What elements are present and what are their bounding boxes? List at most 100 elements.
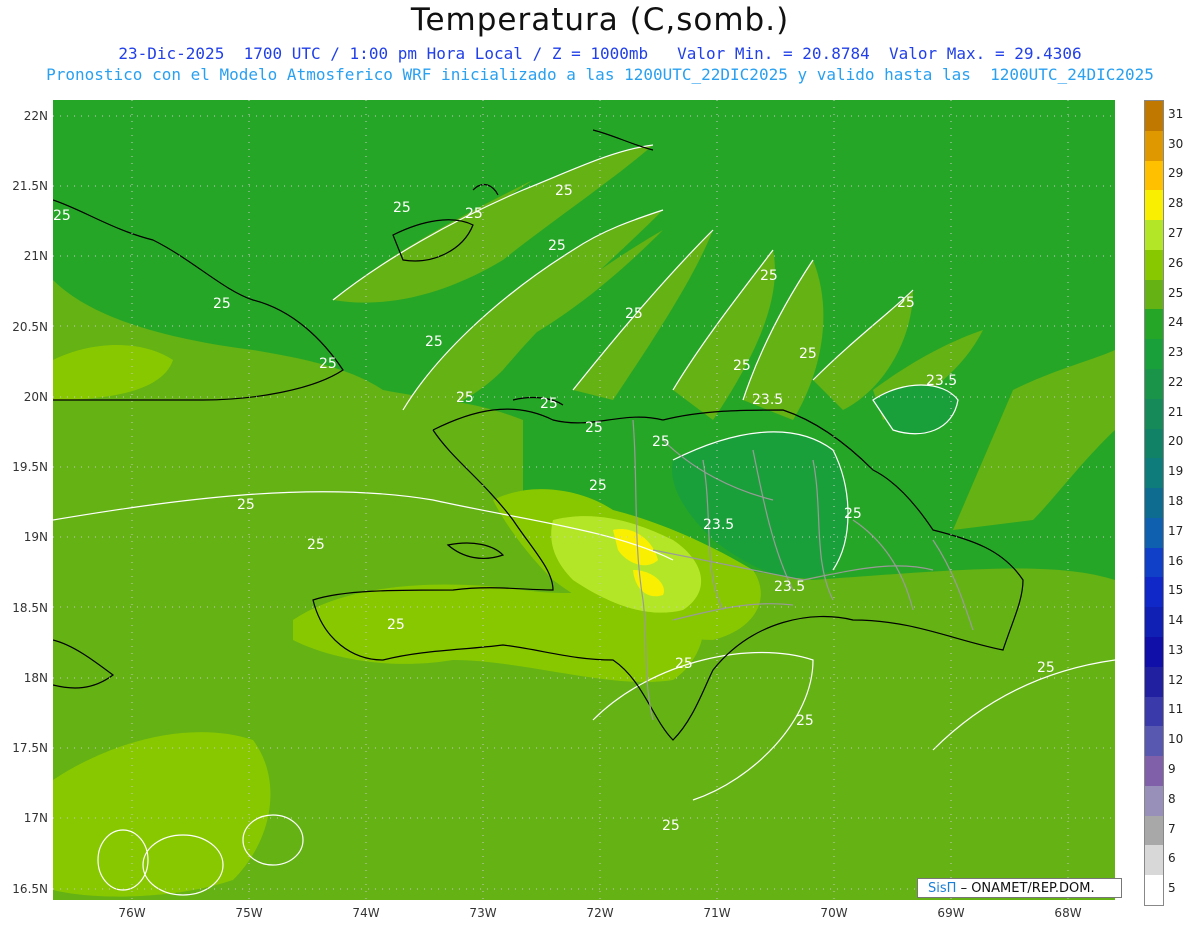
colorbar-segment (1145, 101, 1163, 131)
contour-label: 25 (897, 295, 915, 311)
contour-label: 25 (465, 206, 483, 222)
colorbar-label: 5 (1168, 881, 1176, 896)
colorbar-label: 25 (1168, 285, 1184, 300)
lon-label: 75W (235, 906, 263, 920)
colorbar-segment (1145, 815, 1163, 846)
temperature-map: 25 25 25 25 25 25 25 25 25 25 25 25 25 2… (53, 100, 1115, 900)
model-info-line: Pronostico con el Modelo Atmosferico WRF… (46, 65, 1154, 84)
contour-label: 23.5 (752, 392, 783, 408)
colorbar-segment (1145, 547, 1163, 578)
colorbar-label: 29 (1168, 166, 1184, 181)
colorbar-segment (1145, 458, 1163, 489)
lat-label: 17N (23, 811, 48, 825)
colorbar-segment (1145, 488, 1163, 519)
colorbar-segment (1145, 726, 1163, 757)
contour-label: 25 (319, 356, 337, 372)
colorbar-segment (1145, 249, 1163, 280)
lon-label: 71W (703, 906, 731, 920)
lon-label: 69W (937, 906, 965, 920)
contour-label: 25 (555, 183, 573, 199)
colorbar-label: 27 (1168, 226, 1184, 240)
colorbar-segment (1145, 875, 1163, 906)
colorbar-label: 12 (1168, 672, 1184, 687)
colorbar-label: 9 (1168, 762, 1176, 776)
colorbar-segment (1145, 666, 1163, 697)
colorbar-segment (1145, 428, 1163, 459)
forecast-date-line: 23-Dic-2025 1700 UTC / 1:00 pm Hora Loca… (118, 44, 1082, 63)
lon-label: 70W (820, 906, 848, 920)
contour-label: 25 (540, 396, 558, 412)
colorbar-label: 8 (1168, 791, 1176, 806)
colorbar-segment (1145, 845, 1163, 876)
colorbar-segment (1145, 130, 1163, 161)
lat-label: 21N (23, 249, 48, 263)
contour-label: 25 (53, 208, 71, 224)
contour-label: 25 (425, 334, 443, 350)
colorbar (1144, 100, 1164, 906)
lat-label: 19.5N (12, 460, 48, 474)
contour-label: 25 (652, 434, 670, 450)
colorbar-segment (1145, 637, 1163, 667)
colorbar-segment (1145, 517, 1163, 548)
colorbar-segment (1145, 756, 1163, 787)
lat-label: 20.5N (12, 320, 48, 334)
contour-label: 23.5 (774, 579, 805, 595)
colorbar-segment (1145, 369, 1163, 399)
colorbar-segment (1145, 577, 1163, 608)
contour-label: 23.5 (703, 517, 734, 533)
lat-label: 17.5N (12, 741, 48, 755)
colorbar-label: 15 (1168, 583, 1184, 598)
colorbar-label: 30 (1168, 136, 1184, 151)
lat-label: 22N (23, 109, 48, 123)
contour-label: 23.5 (926, 373, 957, 389)
lat-label: 19N (23, 530, 48, 544)
lon-label: 74W (352, 906, 380, 920)
colorbar-segment (1145, 696, 1163, 727)
map-title: Temperatura (C,somb.) (410, 2, 790, 38)
contour-label: 25 (237, 497, 255, 513)
colorbar-label: 22 (1168, 374, 1184, 389)
contour-label: 25 (760, 268, 778, 284)
colorbar-label: 21 (1168, 404, 1184, 419)
colorbar-segment (1145, 607, 1163, 638)
colorbar-segment (1145, 398, 1163, 429)
colorbar-label: 19 (1168, 464, 1184, 479)
lon-label: 72W (586, 906, 614, 920)
lon-label: 68W (1054, 906, 1082, 920)
colorbar-label: 26 (1168, 255, 1184, 270)
colorbar-segment (1145, 220, 1163, 251)
colorbar-label: 16 (1168, 553, 1184, 568)
contour-label: 25 (625, 306, 643, 322)
logo-org: – ONAMET/REP.DOM. (960, 881, 1095, 896)
lat-label: 18N (23, 671, 48, 685)
contour-label: 25 (844, 506, 862, 522)
contour-label: 25 (733, 358, 751, 374)
lat-label: 18.5N (12, 601, 48, 615)
lat-label: 16.5N (12, 882, 48, 896)
colorbar-label: 20 (1168, 434, 1184, 449)
lat-label: 20N (23, 390, 48, 404)
contour-label: 25 (307, 537, 325, 553)
lon-label: 73W (469, 906, 497, 920)
shade-band-east (953, 350, 1115, 530)
contour-label: 25 (548, 238, 566, 254)
colorbar-segment (1145, 309, 1163, 340)
colorbar-label: 17 (1168, 523, 1184, 538)
contour-label: 25 (456, 390, 474, 406)
contour-label: 25 (213, 296, 231, 312)
colorbar-label: 7 (1168, 821, 1176, 836)
colorbar-segment (1145, 279, 1163, 310)
colorbar-label: 18 (1168, 494, 1184, 508)
colorbar-segment (1145, 160, 1163, 191)
lon-label: 76W (118, 906, 146, 920)
contour-label: 25 (1037, 660, 1055, 676)
colorbar-label: 6 (1168, 851, 1176, 866)
contour-label: 25 (393, 200, 411, 216)
onamet-logo: SisΠ – ONAMET/REP.DOM. (917, 878, 1122, 898)
colorbar-label: 24 (1168, 315, 1184, 330)
colorbar-label: 31 (1168, 106, 1184, 121)
lat-label: 21.5N (12, 179, 48, 193)
colorbar-label: 13 (1168, 642, 1184, 657)
contour-label: 25 (675, 656, 693, 672)
colorbar-segment (1145, 190, 1163, 221)
